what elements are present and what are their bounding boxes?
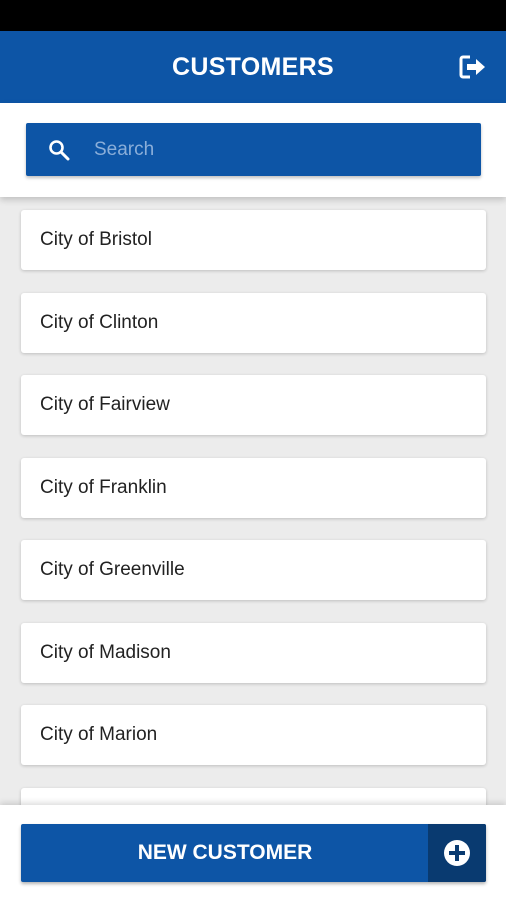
new-customer-button[interactable]: NEW CUSTOMER <box>21 824 486 882</box>
status-bar <box>0 0 506 31</box>
list-item[interactable]: City of Greenville <box>21 540 486 600</box>
list-item[interactable]: City of Bristol <box>21 210 486 270</box>
customer-name: City of Fairview <box>40 394 170 415</box>
search-icon <box>49 140 70 161</box>
customer-name: City of Madison <box>40 642 171 663</box>
plus-circle-icon <box>444 840 470 866</box>
customer-name: City of Greenville <box>40 559 185 580</box>
list-item[interactable]: City of Fairview <box>21 375 486 435</box>
logout-button[interactable] <box>458 54 488 80</box>
new-customer-label: NEW CUSTOMER <box>137 841 313 864</box>
page-title: CUSTOMERS <box>172 52 334 81</box>
app-bar: CUSTOMERS <box>0 31 506 103</box>
list-item[interactable]: City of Marion <box>21 705 486 765</box>
search-panel <box>0 103 506 197</box>
customer-name: City of Marion <box>40 724 158 745</box>
list-item-partial[interactable] <box>21 788 486 805</box>
customer-name: City of Clinton <box>40 312 159 333</box>
add-button-box <box>428 824 486 882</box>
bottom-bar: NEW CUSTOMER <box>0 805 506 900</box>
list-item[interactable]: City of Franklin <box>21 458 486 518</box>
customer-name: City of Franklin <box>40 477 167 498</box>
logout-icon <box>459 55 485 79</box>
customer-list: City of Bristol City of Clinton City of … <box>0 197 506 805</box>
list-item[interactable]: City of Madison <box>21 623 486 683</box>
search-box[interactable] <box>26 123 481 176</box>
customer-name: City of Bristol <box>40 229 152 250</box>
search-input[interactable] <box>94 123 464 176</box>
list-item[interactable]: City of Clinton <box>21 293 486 353</box>
